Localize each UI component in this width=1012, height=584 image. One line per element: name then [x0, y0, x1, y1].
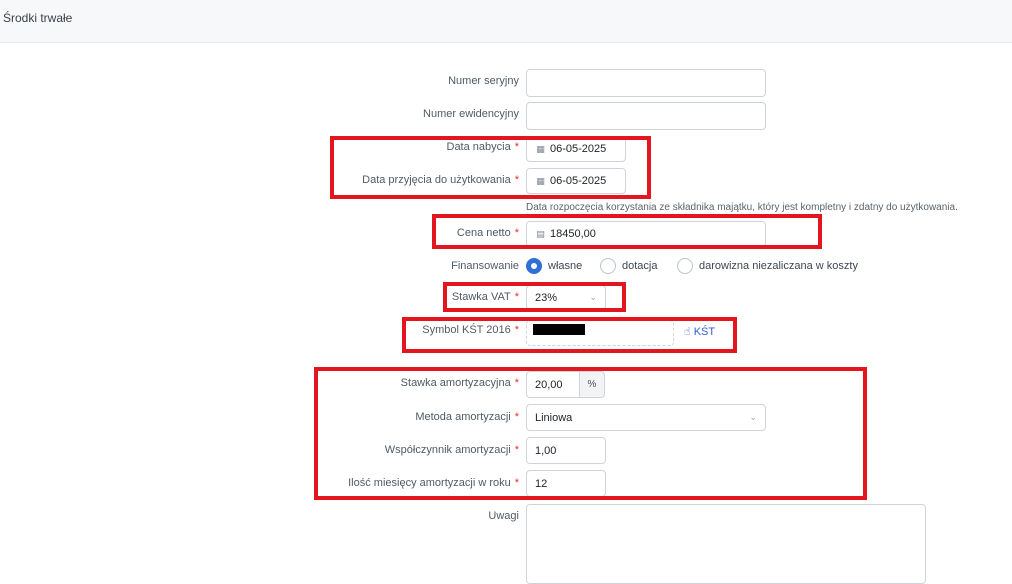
radio-darowizna[interactable]: darowizna niezaliczana w koszty — [677, 258, 858, 274]
highlight-box-vat — [443, 282, 626, 312]
label-numer-ewidencyjny: Numer ewidencyjny — [423, 108, 519, 120]
highlight-box-kst — [402, 317, 737, 353]
uwagi-textarea[interactable] — [526, 504, 926, 584]
label-numer-seryjny: Numer seryjny — [448, 75, 519, 87]
page-header: Środki trwałe — [0, 0, 1012, 43]
label-uwagi: Uwagi — [488, 510, 519, 522]
radio-indicator[interactable] — [677, 258, 693, 274]
date-hint-text: Data rozpoczęcia korzystania ze składnik… — [526, 202, 958, 213]
highlight-box-price — [432, 214, 822, 249]
radio-indicator[interactable] — [600, 258, 616, 274]
highlight-box-dates — [330, 136, 651, 199]
highlight-box-amortization — [314, 367, 867, 500]
numer-seryjny-input[interactable] — [526, 69, 766, 97]
radio-dotacja[interactable]: dotacja — [600, 258, 657, 274]
label-finansowanie: Finansowanie — [451, 260, 519, 272]
page-title: Środki trwałe — [3, 11, 73, 25]
numer-ewidencyjny-input[interactable] — [526, 102, 766, 130]
radio-selected-indicator[interactable] — [526, 258, 542, 274]
radio-wlasne[interactable]: własne — [526, 258, 582, 274]
